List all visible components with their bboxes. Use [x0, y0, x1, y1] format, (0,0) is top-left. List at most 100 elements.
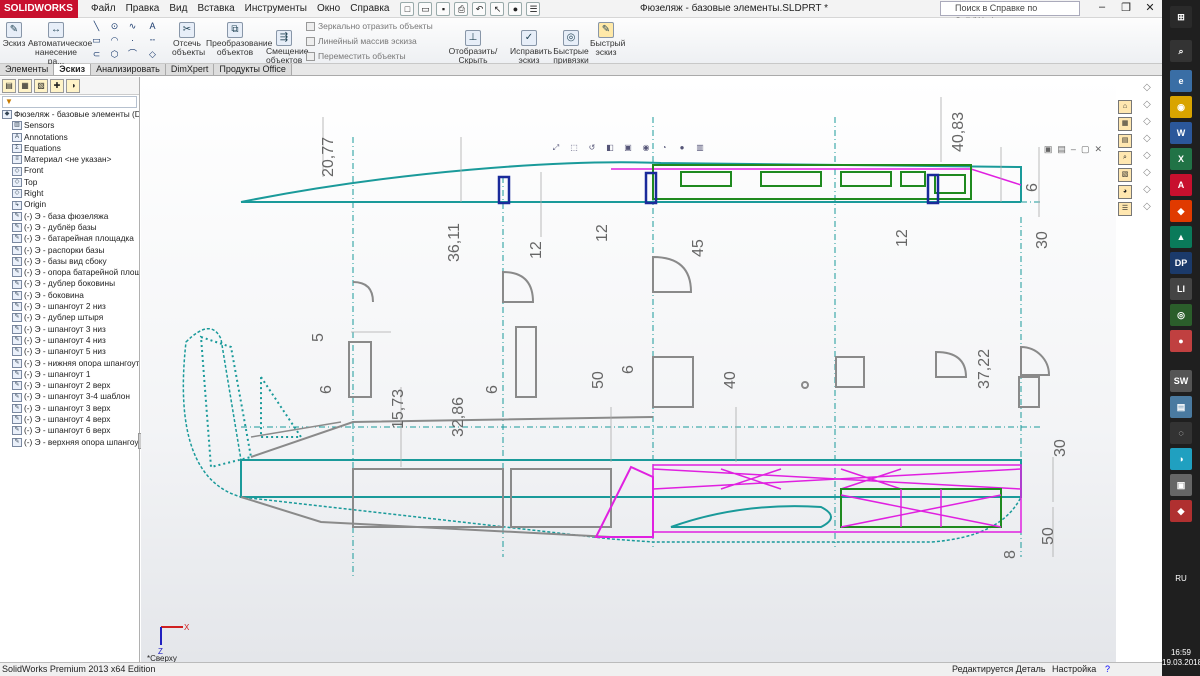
rail-icon[interactable]: ◇	[1143, 116, 1151, 127]
text-icon[interactable]: A	[146, 21, 159, 31]
tree-item[interactable]: ✎ (-) Э - шпангоут 4 верх	[0, 414, 139, 425]
dimension-label[interactable]: 6	[484, 385, 501, 394]
arc-icon[interactable]: ◠	[108, 35, 121, 45]
settings-label[interactable]: Настройка	[1052, 663, 1096, 676]
rail-icon[interactable]: ◇	[1143, 82, 1151, 93]
move-entities-button[interactable]: Переместить объекты	[306, 51, 406, 61]
tree-item[interactable]: ▥ Sensors	[0, 120, 139, 131]
zoom-fit-icon[interactable]: ⤢	[549, 142, 563, 154]
minimize-icon[interactable]: –	[1094, 1, 1110, 14]
slot-icon[interactable]: ⊂	[90, 49, 103, 59]
tree-item[interactable]: ✎ (-) Э - шпангоут 4 низ	[0, 335, 139, 346]
tree-item[interactable]: ✎ (-) Э - дублёр базы	[0, 222, 139, 233]
view-orientation-icon[interactable]: ▣	[621, 142, 635, 154]
tree-item[interactable]: ✎ (-) Э - шпангоут 6 верх	[0, 425, 139, 436]
app-icon[interactable]: LI	[1170, 278, 1192, 300]
line-icon[interactable]: ╲	[90, 21, 103, 31]
help-icon[interactable]: ?	[1105, 663, 1110, 676]
repair-sketch-button[interactable]: ✓ Исправить эскиз	[510, 28, 552, 65]
excel-icon[interactable]: X	[1170, 148, 1192, 170]
acrobat-icon[interactable]: A	[1170, 174, 1192, 196]
rail-icon[interactable]: ◇	[1143, 167, 1151, 178]
chrome-icon[interactable]: ◉	[1170, 96, 1192, 118]
app-icon[interactable]: ◎	[1170, 304, 1192, 326]
convert-entities-button[interactable]: ⧉ Преобразование объектов	[206, 20, 272, 57]
viewport-close-icon[interactable]: ✕	[1094, 144, 1102, 155]
viewport-maximize-icon[interactable]: ▢	[1081, 144, 1090, 155]
solidworks-logo[interactable]: SOLIDWORKS	[0, 0, 78, 18]
spline-icon[interactable]: ∿	[126, 21, 139, 31]
dimension-label[interactable]: 36,11	[446, 223, 463, 262]
configuration-icon[interactable]: ▧	[34, 79, 48, 93]
tree-item[interactable]: Σ Equations	[0, 143, 139, 154]
tree-item[interactable]: ✎ (-) Э - шпангоут 1	[0, 369, 139, 380]
rail-icon[interactable]: ◇	[1143, 150, 1151, 161]
dimension-label[interactable]: 32,86	[450, 397, 467, 437]
property-manager-icon[interactable]: ▦	[18, 79, 32, 93]
dimension-label[interactable]: 15,73	[390, 389, 407, 429]
rail-icon[interactable]: ◇	[1143, 184, 1151, 195]
tree-item[interactable]: ✎ (-) Э - батарейная площадка	[0, 233, 139, 244]
menu-window[interactable]: Окно	[312, 3, 345, 14]
help-search-input[interactable]: Поиск в Справке по SolidWorks	[940, 1, 1080, 26]
tree-filter-input[interactable]: ▼	[2, 96, 137, 108]
dimension-label[interactable]: 12	[894, 229, 911, 247]
circle-icon[interactable]: ⊙	[108, 21, 121, 31]
app-icon[interactable]: ▣	[1170, 474, 1192, 496]
mirror-entities-button[interactable]: Зеркально отразить объекты	[306, 21, 433, 31]
quick-snaps-button[interactable]: ◎ Быстрые привязки	[552, 28, 590, 65]
tree-item[interactable]: ✎ (-) Э - дублер штыря	[0, 312, 139, 323]
viewport-minimize-icon[interactable]: –	[1071, 144, 1076, 155]
edge-icon[interactable]: e	[1170, 70, 1192, 92]
tree-item[interactable]: ✎ (-) Э - боковина	[0, 290, 139, 301]
dimension-label[interactable]: 45	[690, 239, 707, 257]
dimension-label[interactable]: 50	[590, 371, 607, 389]
rail-icon[interactable]: ◇	[1143, 201, 1151, 212]
menu-tools[interactable]: Инструменты	[240, 3, 312, 14]
fillet-icon[interactable]: ⌒	[126, 49, 139, 59]
appearances-icon[interactable]: ◕	[1118, 185, 1132, 199]
sketch-button[interactable]: ✎ Эскиз	[2, 20, 26, 48]
menu-edit[interactable]: Правка	[121, 3, 165, 14]
save-icon[interactable]: ▪	[436, 1, 451, 16]
trim-button[interactable]: ✂ Отсечь объекты	[172, 20, 205, 57]
tree-item[interactable]: ✎ (-) Э - шпангоут 2 верх	[0, 380, 139, 391]
app-icon[interactable]: ●	[1170, 330, 1192, 352]
smart-dimension-button[interactable]: ↔ Автоматическое нанесение ра...	[28, 20, 92, 66]
tile-icon[interactable]: ▣	[1044, 144, 1053, 155]
rail-icon[interactable]: ◇	[1143, 99, 1151, 110]
tab-features[interactable]: Элементы	[0, 64, 55, 75]
search-icon[interactable]: ⌕	[1170, 40, 1192, 62]
offset-entities-button[interactable]: ⇶ Смещение объектов	[266, 28, 309, 65]
plane-icon[interactable]: ◇	[146, 49, 159, 59]
tab-dimxpert[interactable]: DimXpert	[165, 64, 215, 75]
appearance-icon[interactable]: ●	[675, 142, 689, 154]
undo-icon[interactable]: ↶	[472, 1, 487, 16]
menu-help[interactable]: Справка	[345, 3, 394, 14]
tree-item[interactable]: ≡ Материал <не указан>	[0, 154, 139, 165]
open-icon[interactable]: ▭	[418, 1, 433, 16]
centerline-icon[interactable]: ╌	[146, 35, 159, 45]
print-icon[interactable]: ⎙	[454, 1, 469, 16]
dimension-label[interactable]: 12	[594, 224, 611, 242]
feature-tree-icon[interactable]: ▤	[2, 79, 16, 93]
dimension-label[interactable]: 30	[1052, 439, 1069, 457]
linear-pattern-button[interactable]: Линейный массив эскиза	[306, 36, 417, 46]
tree-item[interactable]: ✎ (-) Э - базы вид сбоку	[0, 256, 139, 267]
dimxpert-icon[interactable]: ✚	[50, 79, 64, 93]
start-icon[interactable]: ⊞	[1170, 6, 1192, 28]
tab-sketch[interactable]: Эскиз	[54, 64, 92, 75]
app-icon[interactable]: ▲	[1170, 226, 1192, 248]
dimension-label[interactable]: 6	[1024, 183, 1041, 192]
tab-evaluate[interactable]: Анализировать	[91, 64, 166, 75]
app-icon[interactable]: DP	[1170, 252, 1192, 274]
menu-file[interactable]: Файл	[86, 3, 121, 14]
dimension-label[interactable]: 40,83	[950, 112, 967, 152]
select-icon[interactable]: ↖	[490, 1, 505, 16]
display-style-icon[interactable]: ◉	[639, 142, 653, 154]
file-explorer-icon[interactable]: ▤	[1118, 134, 1132, 148]
dimension-label[interactable]: 30	[1034, 231, 1051, 249]
tree-item[interactable]: A Annotations	[0, 132, 139, 143]
app-icon[interactable]: ◑	[1170, 448, 1192, 470]
tab-office-products[interactable]: Продукты Office	[214, 64, 292, 75]
